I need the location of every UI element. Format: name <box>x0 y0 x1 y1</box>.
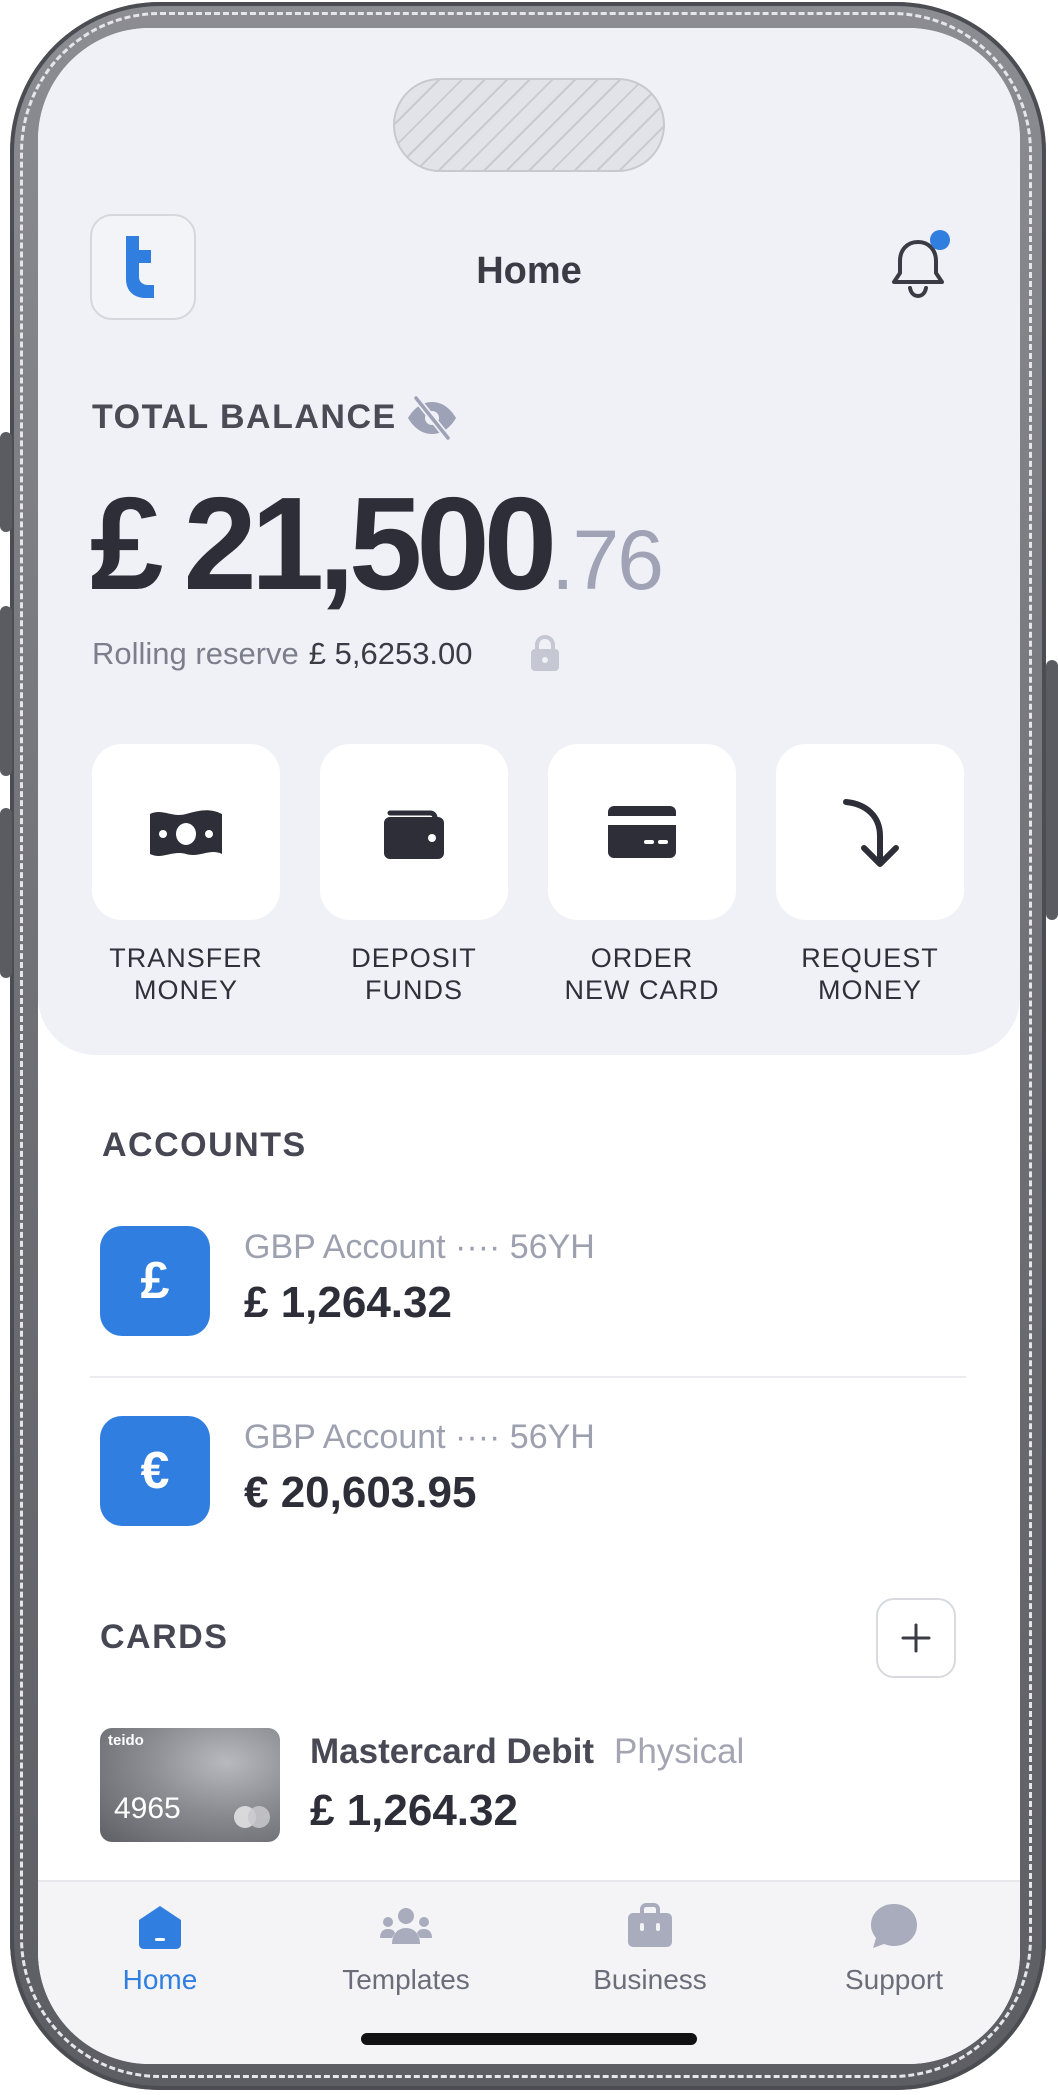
wallet-icon <box>384 810 444 859</box>
templates-icon <box>380 1908 432 1944</box>
transfer-money-button[interactable] <box>92 744 280 920</box>
rolling-reserve: Rolling reserve £ 5,6253.00 <box>92 636 473 672</box>
order-new-card-label: ORDER NEW CARD <box>564 943 720 1005</box>
side-button <box>0 808 12 978</box>
account-amount: € 20,603.95 <box>244 1468 477 1517</box>
cards-title: CARDS <box>100 1618 229 1656</box>
balance-integer: 21,500 <box>183 470 557 617</box>
order-new-card-button[interactable] <box>548 744 736 920</box>
account-amount: £ 1,264.32 <box>244 1278 452 1327</box>
deposit-funds-label: DEPOSIT FUNDS <box>351 943 477 1005</box>
chat-icon <box>871 1904 917 1948</box>
card-icon <box>608 806 676 858</box>
tab-label: Support <box>844 1964 944 1995</box>
balance-label: TOTAL BALANCE <box>92 398 397 436</box>
balance-currency: £ <box>90 470 163 617</box>
tab-templates[interactable]: Templates <box>306 1894 506 1996</box>
reserve-label: Rolling reserve <box>92 636 299 671</box>
account-name: GBP Account ···· 56YH <box>244 1228 595 1266</box>
order-new-card-action[interactable]: ORDER NEW CARD <box>548 744 736 1006</box>
account-row[interactable]: £ GBP Account ···· 56YH £ 1,264.32 <box>100 1226 986 1338</box>
card-type: Physical <box>614 1732 745 1771</box>
card-brand-logo: teido <box>108 1732 144 1749</box>
account-name: GBP Account ···· 56YH <box>244 1418 595 1456</box>
plus-icon <box>901 1623 931 1653</box>
accounts-title: ACCOUNTS <box>102 1126 307 1164</box>
deposit-funds-action[interactable]: DEPOSIT FUNDS <box>320 744 508 1006</box>
transfer-money-action[interactable]: TRANSFER MONEY <box>92 744 280 1006</box>
deposit-funds-button[interactable] <box>320 744 508 920</box>
arrow-down-right-icon <box>843 799 899 867</box>
briefcase-icon <box>628 1903 672 1947</box>
transfer-money-label: TRANSFER MONEY <box>109 943 263 1005</box>
account-row[interactable]: € GBP Account ···· 56YH € 20,603.95 <box>100 1416 986 1528</box>
banknote-icon <box>150 810 222 856</box>
mastercard-logo <box>248 1806 270 1828</box>
page-title: Home <box>476 250 582 292</box>
tab-label: Templates <box>342 1964 470 1995</box>
card-amount: £ 1,264.32 <box>310 1786 518 1835</box>
tab-home[interactable]: Home <box>60 1894 260 1996</box>
tab-business[interactable]: Business <box>550 1894 750 1996</box>
pound-icon: £ <box>100 1226 210 1336</box>
request-money-label: REQUEST MONEY <box>801 943 939 1005</box>
divider <box>90 1376 966 1378</box>
home-indicator[interactable] <box>361 2033 697 2045</box>
card-thumbnail[interactable]: teido 4965 <box>100 1728 280 1842</box>
home-icon <box>139 1906 181 1949</box>
request-money-button[interactable] <box>776 744 964 920</box>
reserve-value: £ 5,6253.00 <box>308 636 473 671</box>
card-last4: 4965 <box>114 1792 181 1825</box>
dynamic-island <box>393 78 665 172</box>
balance-decimal: .76 <box>551 513 664 607</box>
side-button <box>1046 660 1058 920</box>
tab-support[interactable]: Support <box>794 1894 994 1996</box>
tab-label: Home <box>122 1964 198 1995</box>
notification-badge <box>930 230 950 250</box>
tab-label: Business <box>593 1964 707 1995</box>
euro-icon: € <box>100 1416 210 1526</box>
lock-icon <box>531 634 559 671</box>
side-button <box>0 606 12 776</box>
total-balance: £21,500.76 <box>90 468 664 619</box>
add-card-button[interactable] <box>876 1598 956 1678</box>
request-money-action[interactable]: REQUEST MONEY <box>776 744 964 1006</box>
phone-screen: Home TOTAL BALANCE £21,500.76 Rolling re… <box>38 28 1020 2064</box>
side-button <box>0 432 12 532</box>
eye-off-icon[interactable] <box>406 394 458 442</box>
card-name[interactable]: Mastercard Debit <box>310 1732 594 1772</box>
